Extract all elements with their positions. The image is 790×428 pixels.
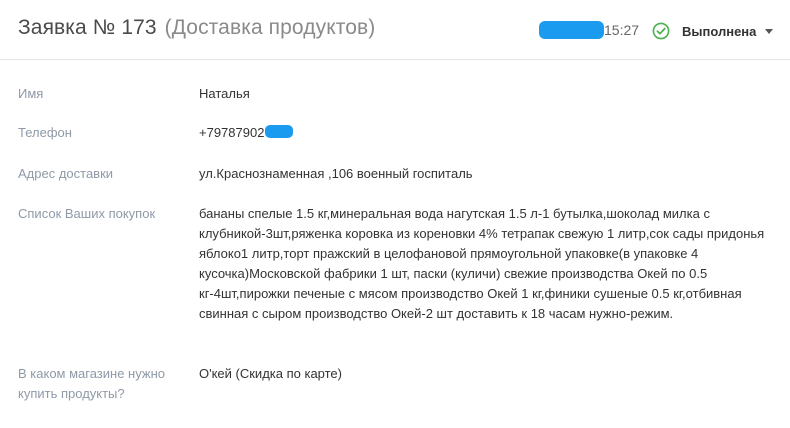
field-value-name: Наталья — [199, 86, 250, 101]
field-label-address: Адрес доставки — [18, 166, 114, 181]
field-label-store: В каком магазине нужно купить продукты? — [18, 366, 165, 401]
field-value-phone-wrap: +79787902 — [199, 123, 774, 143]
field-value-shopping-list: бананы спелые 1.5 кг,минеральная вода на… — [199, 206, 765, 321]
field-label-name: Имя — [18, 86, 44, 101]
status-dropdown[interactable]: Выполнена — [652, 20, 774, 42]
redaction-block — [539, 21, 604, 39]
request-title: Заявка № 173 — [18, 16, 157, 39]
caret-down-icon — [765, 28, 774, 34]
field-label-shopping-list: Список Ваших покупок — [18, 206, 156, 221]
field-label-phone: Телефон — [18, 125, 72, 140]
phone-redaction-block — [265, 125, 294, 138]
timestamp: 15:27 — [604, 22, 640, 38]
request-header: Заявка № 173 (Доставка продуктов) 15:27 В… — [0, 0, 790, 60]
request-subtitle: (Доставка продуктов) — [164, 16, 376, 39]
page-title: Заявка № 173 (Доставка продуктов) — [18, 16, 375, 40]
field-value-phone: +79787902 — [199, 125, 265, 140]
field-value-address: ул.Краснознаменная ,106 военный госпитал… — [199, 166, 473, 181]
field-value-store: О'кей (Скидка по карте) — [199, 366, 342, 381]
check-circle-icon — [652, 22, 670, 40]
status-label: Выполнена — [682, 23, 757, 39]
